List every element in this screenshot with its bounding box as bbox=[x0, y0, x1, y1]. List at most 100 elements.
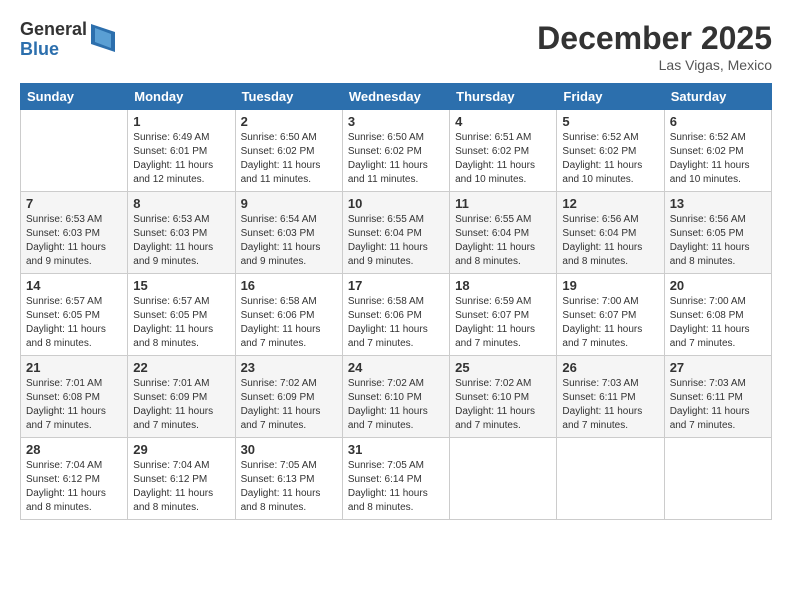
day-number: 5 bbox=[562, 114, 658, 129]
day-info: Sunrise: 7:01 AMSunset: 6:08 PMDaylight:… bbox=[26, 377, 122, 433]
day-info: Sunrise: 6:49 AMSunset: 6:01 PMDaylight:… bbox=[133, 131, 229, 187]
day-number: 22 bbox=[133, 360, 229, 375]
day-info: Sunrise: 7:03 AMSunset: 6:11 PMDaylight:… bbox=[562, 377, 658, 433]
calendar-cell: 22 Sunrise: 7:01 AMSunset: 6:09 PMDayligh… bbox=[128, 356, 235, 438]
header-friday: Friday bbox=[557, 84, 664, 110]
header-monday: Monday bbox=[128, 84, 235, 110]
day-info: Sunrise: 7:01 AMSunset: 6:09 PMDaylight:… bbox=[133, 377, 229, 433]
day-info: Sunrise: 6:54 AMSunset: 6:03 PMDaylight:… bbox=[241, 213, 337, 269]
calendar-cell: 3 Sunrise: 6:50 AMSunset: 6:02 PMDaylight… bbox=[342, 110, 449, 192]
calendar-cell: 8 Sunrise: 6:53 AMSunset: 6:03 PMDaylight… bbox=[128, 192, 235, 274]
calendar-cell: 13 Sunrise: 6:56 AMSunset: 6:05 PMDayligh… bbox=[664, 192, 771, 274]
day-number: 15 bbox=[133, 278, 229, 293]
day-number: 17 bbox=[348, 278, 444, 293]
calendar-cell bbox=[557, 438, 664, 520]
calendar-cell: 14 Sunrise: 6:57 AMSunset: 6:05 PMDayligh… bbox=[21, 274, 128, 356]
calendar-week-3: 14 Sunrise: 6:57 AMSunset: 6:05 PMDayligh… bbox=[21, 274, 772, 356]
calendar-cell: 7 Sunrise: 6:53 AMSunset: 6:03 PMDaylight… bbox=[21, 192, 128, 274]
calendar-cell: 4 Sunrise: 6:51 AMSunset: 6:02 PMDaylight… bbox=[450, 110, 557, 192]
calendar-cell: 9 Sunrise: 6:54 AMSunset: 6:03 PMDaylight… bbox=[235, 192, 342, 274]
calendar-cell: 30Sunrise: 7:05 AMSunset: 6:13 PMDayligh… bbox=[235, 438, 342, 520]
day-number: 21 bbox=[26, 360, 122, 375]
calendar-cell: 19Sunrise: 7:00 AMSunset: 6:07 PMDayligh… bbox=[557, 274, 664, 356]
day-info: Sunrise: 6:56 AMSunset: 6:05 PMDaylight:… bbox=[670, 213, 766, 269]
day-info: Sunrise: 7:05 AMSunset: 6:14 PMDaylight:… bbox=[348, 459, 444, 515]
calendar-cell: 12 Sunrise: 6:56 AMSunset: 6:04 PMDayligh… bbox=[557, 192, 664, 274]
day-info: Sunrise: 6:59 AMSunset: 6:07 PMDaylight:… bbox=[455, 295, 551, 351]
day-number: 12 bbox=[562, 196, 658, 211]
day-info: Sunrise: 7:00 AMSunset: 6:08 PMDaylight:… bbox=[670, 295, 766, 351]
day-number: 3 bbox=[348, 114, 444, 129]
logo-icon bbox=[91, 24, 115, 52]
day-info: Sunrise: 7:03 AMSunset: 6:11 PMDaylight:… bbox=[670, 377, 766, 433]
day-number: 25 bbox=[455, 360, 551, 375]
day-number: 14 bbox=[26, 278, 122, 293]
calendar-cell: 15 Sunrise: 6:57 AMSunset: 6:05 PMDayligh… bbox=[128, 274, 235, 356]
day-info: Sunrise: 7:02 AMSunset: 6:10 PMDaylight:… bbox=[348, 377, 444, 433]
day-number: 24 bbox=[348, 360, 444, 375]
calendar-cell: 18 Sunrise: 6:59 AMSunset: 6:07 PMDayligh… bbox=[450, 274, 557, 356]
day-number: 31 bbox=[348, 442, 444, 457]
day-number: 9 bbox=[241, 196, 337, 211]
calendar-cell: 24 Sunrise: 7:02 AMSunset: 6:10 PMDayligh… bbox=[342, 356, 449, 438]
day-info: Sunrise: 6:57 AMSunset: 6:05 PMDaylight:… bbox=[133, 295, 229, 351]
header-wednesday: Wednesday bbox=[342, 84, 449, 110]
calendar-cell: 17 Sunrise: 6:58 AMSunset: 6:06 PMDayligh… bbox=[342, 274, 449, 356]
day-number: 4 bbox=[455, 114, 551, 129]
calendar-cell bbox=[21, 110, 128, 192]
calendar-cell: 29Sunrise: 7:04 AMSunset: 6:12 PMDayligh… bbox=[128, 438, 235, 520]
day-number: 8 bbox=[133, 196, 229, 211]
calendar-cell: 28Sunrise: 7:04 AMSunset: 6:12 PMDayligh… bbox=[21, 438, 128, 520]
location-text: Las Vigas, Mexico bbox=[537, 57, 772, 73]
day-info: Sunrise: 6:55 AMSunset: 6:04 PMDaylight:… bbox=[455, 213, 551, 269]
logo-blue-text: Blue bbox=[20, 40, 87, 60]
calendar-cell: 6Sunrise: 6:52 AMSunset: 6:02 PMDaylight… bbox=[664, 110, 771, 192]
calendar-cell: 2 Sunrise: 6:50 AMSunset: 6:02 PMDaylight… bbox=[235, 110, 342, 192]
day-number: 27 bbox=[670, 360, 766, 375]
calendar-cell: 5 Sunrise: 6:52 AMSunset: 6:02 PMDaylight… bbox=[557, 110, 664, 192]
calendar-cell: 27 Sunrise: 7:03 AMSunset: 6:11 PMDayligh… bbox=[664, 356, 771, 438]
day-info: Sunrise: 6:58 AMSunset: 6:06 PMDaylight:… bbox=[241, 295, 337, 351]
day-number: 10 bbox=[348, 196, 444, 211]
header-thursday: Thursday bbox=[450, 84, 557, 110]
calendar-week-5: 28Sunrise: 7:04 AMSunset: 6:12 PMDayligh… bbox=[21, 438, 772, 520]
day-info: Sunrise: 6:53 AMSunset: 6:03 PMDaylight:… bbox=[26, 213, 122, 269]
logo: General Blue bbox=[20, 20, 115, 60]
day-info: Sunrise: 6:58 AMSunset: 6:06 PMDaylight:… bbox=[348, 295, 444, 351]
day-info: Sunrise: 6:52 AMSunset: 6:02 PMDaylight:… bbox=[562, 131, 658, 187]
calendar-week-1: 1 Sunrise: 6:49 AMSunset: 6:01 PMDaylight… bbox=[21, 110, 772, 192]
day-info: Sunrise: 7:04 AMSunset: 6:12 PMDaylight:… bbox=[26, 459, 122, 515]
day-info: Sunrise: 6:51 AMSunset: 6:02 PMDaylight:… bbox=[455, 131, 551, 187]
day-number: 2 bbox=[241, 114, 337, 129]
day-number: 18 bbox=[455, 278, 551, 293]
calendar-cell: 25Sunrise: 7:02 AMSunset: 6:10 PMDayligh… bbox=[450, 356, 557, 438]
header-saturday: Saturday bbox=[664, 84, 771, 110]
calendar-cell bbox=[450, 438, 557, 520]
calendar-week-2: 7 Sunrise: 6:53 AMSunset: 6:03 PMDaylight… bbox=[21, 192, 772, 274]
day-number: 7 bbox=[26, 196, 122, 211]
calendar-cell: 26Sunrise: 7:03 AMSunset: 6:11 PMDayligh… bbox=[557, 356, 664, 438]
day-number: 1 bbox=[133, 114, 229, 129]
day-number: 11 bbox=[455, 196, 551, 211]
header-tuesday: Tuesday bbox=[235, 84, 342, 110]
day-info: Sunrise: 6:50 AMSunset: 6:02 PMDaylight:… bbox=[241, 131, 337, 187]
day-info: Sunrise: 7:02 AMSunset: 6:09 PMDaylight:… bbox=[241, 377, 337, 433]
title-section: December 2025 Las Vigas, Mexico bbox=[537, 20, 772, 73]
day-info: Sunrise: 6:56 AMSunset: 6:04 PMDaylight:… bbox=[562, 213, 658, 269]
day-number: 13 bbox=[670, 196, 766, 211]
day-info: Sunrise: 6:53 AMSunset: 6:03 PMDaylight:… bbox=[133, 213, 229, 269]
day-info: Sunrise: 6:57 AMSunset: 6:05 PMDaylight:… bbox=[26, 295, 122, 351]
day-info: Sunrise: 6:55 AMSunset: 6:04 PMDaylight:… bbox=[348, 213, 444, 269]
calendar-header-row: SundayMondayTuesdayWednesdayThursdayFrid… bbox=[21, 84, 772, 110]
calendar-week-4: 21 Sunrise: 7:01 AMSunset: 6:08 PMDayligh… bbox=[21, 356, 772, 438]
calendar-cell: 11 Sunrise: 6:55 AMSunset: 6:04 PMDayligh… bbox=[450, 192, 557, 274]
calendar-cell: 23Sunrise: 7:02 AMSunset: 6:09 PMDayligh… bbox=[235, 356, 342, 438]
calendar-table: SundayMondayTuesdayWednesdayThursdayFrid… bbox=[20, 83, 772, 520]
day-info: Sunrise: 7:00 AMSunset: 6:07 PMDaylight:… bbox=[562, 295, 658, 351]
day-info: Sunrise: 6:50 AMSunset: 6:02 PMDaylight:… bbox=[348, 131, 444, 187]
month-title: December 2025 bbox=[537, 20, 772, 57]
logo-general-text: General bbox=[20, 20, 87, 40]
day-number: 20 bbox=[670, 278, 766, 293]
day-info: Sunrise: 6:52 AMSunset: 6:02 PMDaylight:… bbox=[670, 131, 766, 187]
day-info: Sunrise: 7:05 AMSunset: 6:13 PMDaylight:… bbox=[241, 459, 337, 515]
